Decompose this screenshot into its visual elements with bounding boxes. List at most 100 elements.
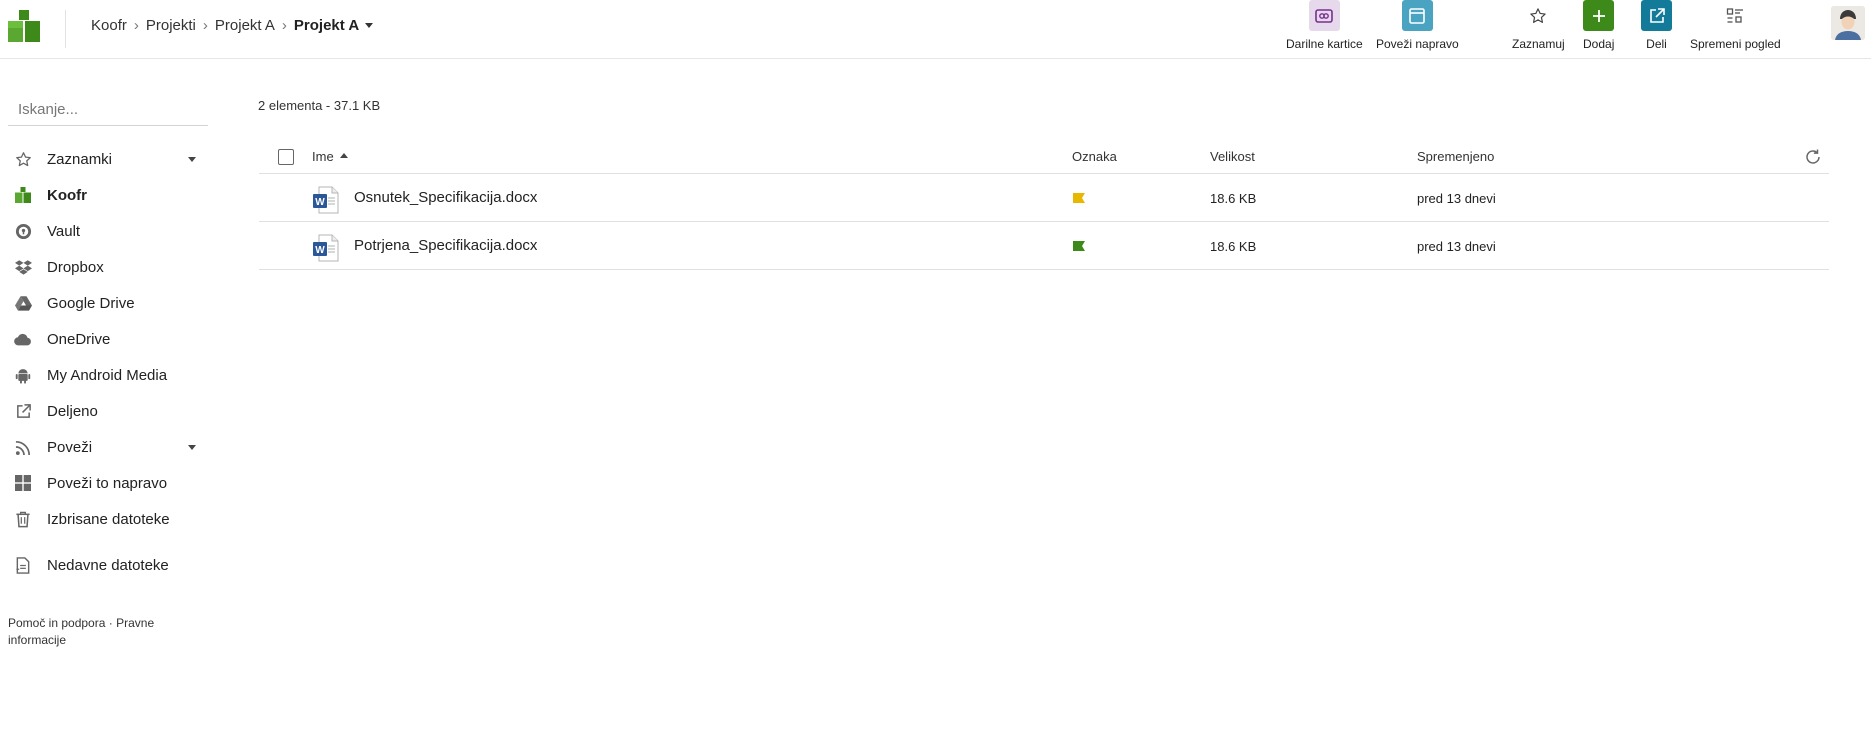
star-icon xyxy=(14,150,32,168)
chevron-right-icon: › xyxy=(202,16,208,34)
footer-separator: · xyxy=(108,616,113,630)
word-document-icon: W xyxy=(313,186,339,214)
table-header: Ime Oznaka Velikost Spremenjeno xyxy=(259,140,1829,174)
add-button[interactable]: Dodaj xyxy=(1583,0,1614,55)
caret-down-icon[interactable] xyxy=(188,445,196,450)
breadcrumb-current[interactable]: Projekt A xyxy=(294,17,359,34)
file-table: Ime Oznaka Velikost Spremenjeno W Osnute… xyxy=(259,140,1829,270)
sidebar-item-vault[interactable]: Vault xyxy=(0,215,215,247)
device-icon xyxy=(1401,0,1433,31)
sidebar-item-label: Vault xyxy=(47,222,81,240)
bookmark-button[interactable]: Zaznamuj xyxy=(1512,0,1565,55)
file-name[interactable]: Potrjena_Specifikacija.docx xyxy=(354,237,537,254)
windows-icon xyxy=(14,474,32,492)
share-label: Deli xyxy=(1646,37,1667,51)
change-view-label: Spremeni pogled xyxy=(1690,37,1781,51)
file-modified: pred 13 dnevi xyxy=(1417,191,1496,206)
sidebar-item-onedrive[interactable]: OneDrive xyxy=(0,323,215,355)
file-size: 18.6 KB xyxy=(1210,191,1257,206)
bookmark-label: Zaznamuj xyxy=(1512,37,1565,51)
svg-text:W: W xyxy=(315,197,325,208)
share-icon xyxy=(1641,0,1672,31)
refresh-icon[interactable] xyxy=(1804,148,1822,166)
file-size: 18.6 KB xyxy=(1210,239,1257,254)
column-size[interactable]: Velikost xyxy=(1210,149,1255,164)
sidebar-item-google-drive[interactable]: Google Drive xyxy=(0,287,215,319)
footer-links: Pomoč in podpora · Pravne informacije xyxy=(8,615,188,649)
sidebar-item-label: Nedavne datoteke xyxy=(47,556,169,574)
sidebar-item-android-media[interactable]: My Android Media xyxy=(0,359,215,391)
sidebar-item-label: OneDrive xyxy=(47,330,111,348)
user-avatar-icon xyxy=(1831,6,1865,40)
sidebar: Zaznamki Koofr Vault Dropbox Google Driv… xyxy=(0,60,215,753)
help-link[interactable]: Pomoč in podpora xyxy=(8,616,105,630)
chevron-right-icon: › xyxy=(281,16,287,34)
vault-icon xyxy=(14,222,32,240)
topbar-divider xyxy=(65,10,66,48)
add-label: Dodaj xyxy=(1583,37,1615,51)
koofr-logo[interactable] xyxy=(8,10,40,42)
flag-icon xyxy=(1073,193,1085,203)
file-modified: pred 13 dnevi xyxy=(1417,239,1496,254)
rss-icon xyxy=(14,438,32,456)
sidebar-item-label: Dropbox xyxy=(47,258,104,276)
sidebar-item-koofr[interactable]: Koofr xyxy=(0,179,215,211)
gift-card-icon xyxy=(1308,0,1340,31)
column-name[interactable]: Ime xyxy=(312,149,348,164)
view-toggle-icon xyxy=(1720,0,1751,31)
connect-device-button[interactable]: Poveži napravo xyxy=(1376,0,1459,55)
sidebar-item-dropbox[interactable]: Dropbox xyxy=(0,251,215,283)
sidebar-item-bookmarks[interactable]: Zaznamki xyxy=(0,143,215,175)
recent-files-icon xyxy=(14,556,32,574)
gift-cards-label: Darilne kartice xyxy=(1286,37,1363,51)
sidebar-item-label: My Android Media xyxy=(47,366,168,384)
plus-icon xyxy=(1583,0,1615,31)
change-view-button[interactable]: Spremeni pogled xyxy=(1690,0,1781,55)
breadcrumb-projekt-a[interactable]: Projekt A xyxy=(215,17,275,34)
gift-cards-button[interactable]: Darilne kartice xyxy=(1286,0,1363,55)
connect-device-label: Poveži napravo xyxy=(1376,37,1459,51)
column-tag[interactable]: Oznaka xyxy=(1072,149,1117,164)
star-icon xyxy=(1523,0,1554,31)
caret-down-icon[interactable] xyxy=(365,22,374,28)
caret-down-icon[interactable] xyxy=(188,157,196,162)
chevron-right-icon: › xyxy=(133,16,139,34)
google-drive-icon xyxy=(14,294,32,312)
flag-icon xyxy=(1073,241,1085,251)
sidebar-item-label: Poveži xyxy=(47,438,93,456)
avatar[interactable] xyxy=(1831,6,1865,40)
table-row[interactable]: W Osnutek_Specifikacija.docx 18.6 KB pre… xyxy=(259,174,1829,222)
breadcrumb-projekti[interactable]: Projekti xyxy=(146,17,196,34)
sidebar-item-label: Poveži to napravo xyxy=(47,474,168,492)
share-icon xyxy=(14,402,32,420)
trash-icon xyxy=(14,510,32,528)
column-modified[interactable]: Spremenjeno xyxy=(1417,149,1494,164)
svg-text:W: W xyxy=(315,245,325,256)
android-icon xyxy=(14,366,32,384)
dropbox-icon xyxy=(14,258,32,276)
select-all-checkbox[interactable] xyxy=(278,149,294,165)
share-button[interactable]: Deli xyxy=(1641,0,1672,55)
koofr-icon xyxy=(14,186,32,204)
sidebar-item-label: Deljeno xyxy=(47,402,98,420)
breadcrumb-koofr[interactable]: Koofr xyxy=(91,17,127,34)
sidebar-item-label: Zaznamki xyxy=(47,150,113,168)
sidebar-item-label: Izbrisane datoteke xyxy=(47,510,170,528)
sidebar-item-label: Koofr xyxy=(47,186,87,204)
sidebar-item-connect[interactable]: Poveži xyxy=(0,431,215,463)
table-row[interactable]: W Potrjena_Specifikacija.docx 18.6 KB pr… xyxy=(259,222,1829,270)
column-name-label: Ime xyxy=(312,149,334,164)
folder-summary: 2 elementa - 37.1 KB xyxy=(258,98,381,113)
cloud-icon xyxy=(14,330,32,348)
sort-ascending-icon xyxy=(339,153,348,159)
search-input[interactable] xyxy=(8,94,208,126)
file-name[interactable]: Osnutek_Specifikacija.docx xyxy=(354,189,537,206)
sidebar-item-recent-files[interactable]: Nedavne datoteke xyxy=(0,549,215,581)
top-bar: Koofr › Projekti › Projekt A › Projekt A… xyxy=(0,0,1871,59)
breadcrumb: Koofr › Projekti › Projekt A › Projekt A xyxy=(91,14,374,36)
sidebar-item-shared[interactable]: Deljeno xyxy=(0,395,215,427)
sidebar-item-label: Google Drive xyxy=(47,294,135,312)
word-document-icon: W xyxy=(313,234,339,262)
sidebar-item-connect-this-device[interactable]: Poveži to napravo xyxy=(0,467,215,499)
sidebar-item-trash[interactable]: Izbrisane datoteke xyxy=(0,503,215,535)
